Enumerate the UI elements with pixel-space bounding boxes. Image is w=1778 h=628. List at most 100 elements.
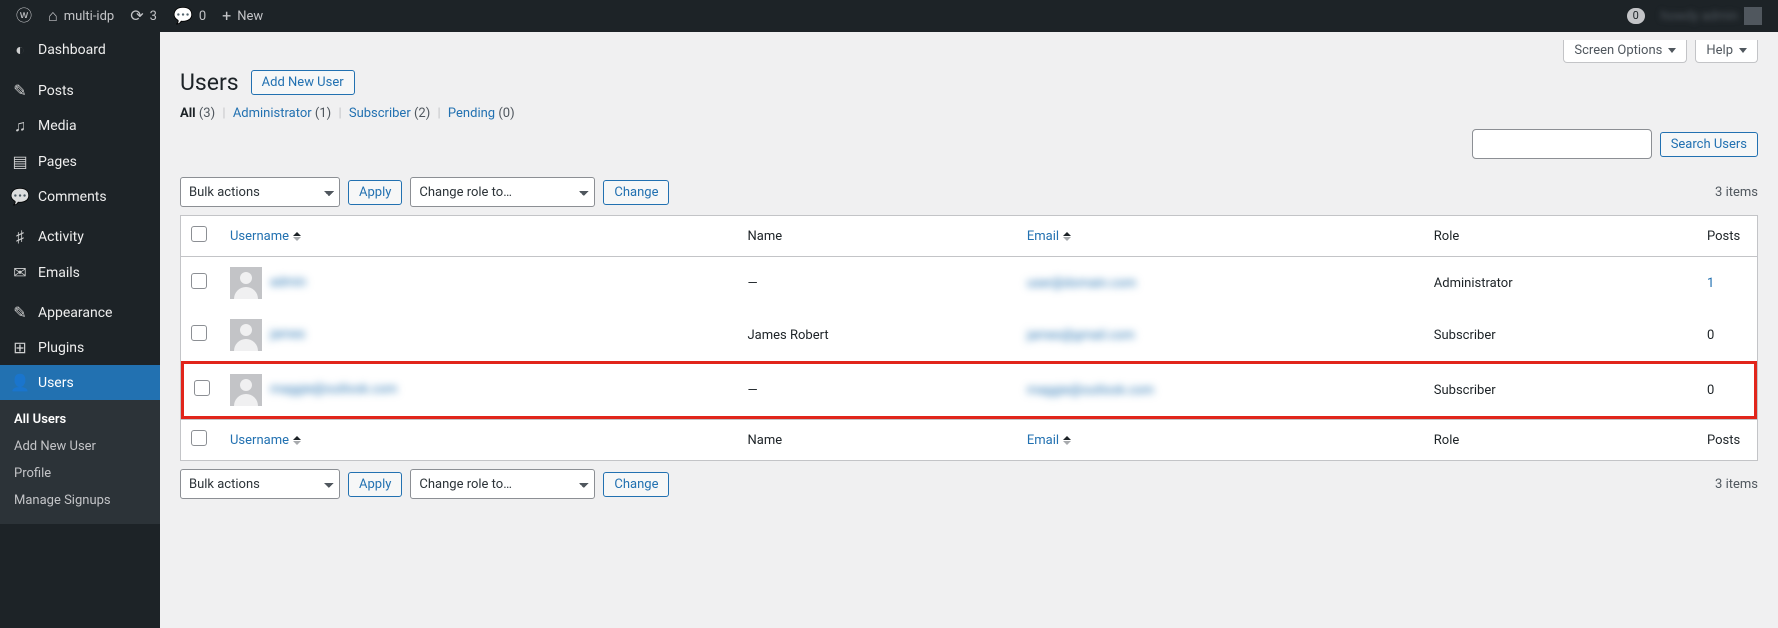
change-role-button[interactable]: Change xyxy=(603,180,669,205)
filter-subscriber-label: Subscriber xyxy=(349,106,411,121)
filter-subscriber[interactable]: Subscriber (2) xyxy=(349,106,430,121)
page-content: Screen Options Help Users Add New User A… xyxy=(160,32,1778,628)
screen-meta-links: Screen Options Help xyxy=(160,32,1778,63)
sidebar-item-label: Media xyxy=(38,118,77,134)
search-row: Search Users xyxy=(160,129,1778,169)
add-new-user-button[interactable]: Add New User xyxy=(251,70,355,95)
sidebar-item-users[interactable]: 👤 Users xyxy=(0,365,160,400)
sidebar-item-label: Plugins xyxy=(38,340,84,356)
sidebar-item-label: Emails xyxy=(38,265,80,281)
cell-role: Subscriber xyxy=(1424,361,1697,419)
sidebar-item-plugins[interactable]: ⊞ Plugins xyxy=(0,330,160,365)
filter-administrator[interactable]: Administrator (1) xyxy=(233,106,331,121)
screen-options-button[interactable]: Screen Options xyxy=(1563,40,1687,63)
table-row: jamesJames Robertjames@gmail.comSubscrib… xyxy=(181,309,1757,361)
filter-all[interactable]: All (3) xyxy=(180,106,215,121)
email-link[interactable]: maggie@outlook.com xyxy=(1027,383,1154,398)
plus-icon: + xyxy=(222,8,231,24)
activity-icon: ♯ xyxy=(10,227,30,247)
change-role-button[interactable]: Change xyxy=(603,472,669,497)
cell-name: James Robert xyxy=(738,309,1017,361)
submenu-add-new-user[interactable]: Add New User xyxy=(0,433,160,460)
user-greeting[interactable]: howdy admin xyxy=(1653,0,1770,32)
sidebar-item-dashboard[interactable]: ◐Dashboard xyxy=(0,32,160,68)
filter-subscriber-count: (2) xyxy=(414,106,430,121)
filter-all-label: All xyxy=(180,106,196,121)
cell-role: Administrator xyxy=(1424,257,1697,309)
plugins-icon: ⊞ xyxy=(10,338,30,357)
col-username-label: Username xyxy=(230,433,289,448)
filter-all-count: (3) xyxy=(199,106,215,121)
submenu-profile[interactable]: Profile xyxy=(0,460,160,487)
help-button[interactable]: Help xyxy=(1695,40,1758,63)
sidebar-item-appearance[interactable]: ✎Appearance xyxy=(0,295,160,330)
items-count-bottom: 3 items xyxy=(1715,477,1758,492)
cell-name: — xyxy=(738,361,1017,419)
bulk-actions-select[interactable]: Bulk actions xyxy=(180,177,340,207)
avatar-icon xyxy=(230,319,262,351)
cell-posts: 0 xyxy=(1707,328,1714,343)
sidebar-item-posts[interactable]: ✎Posts xyxy=(0,73,160,108)
table-row: admin—user@domain.comAdministrator1 xyxy=(181,257,1757,309)
updates[interactable]: ⟳3 xyxy=(122,0,165,32)
posts-link[interactable]: 1 xyxy=(1707,276,1714,291)
select-all-checkbox[interactable] xyxy=(191,226,207,242)
change-role-select[interactable]: Change role to… xyxy=(410,469,595,499)
sidebar-item-label: Users xyxy=(38,375,74,391)
bulk-actions-select[interactable]: Bulk actions xyxy=(180,469,340,499)
sidebar-item-label: Appearance xyxy=(38,305,112,321)
row-checkbox[interactable] xyxy=(191,273,207,289)
comments-bubble[interactable]: 💬0 xyxy=(165,0,214,32)
sidebar-item-label: Dashboard xyxy=(38,42,106,58)
row-checkbox[interactable] xyxy=(191,325,207,341)
col-email[interactable]: Email xyxy=(1017,216,1424,257)
apply-bulk-button[interactable]: Apply xyxy=(348,180,402,205)
sidebar-submenu-users: All Users Add New User Profile Manage Si… xyxy=(0,400,160,524)
row-checkbox[interactable] xyxy=(194,380,210,396)
comment-icon: 💬 xyxy=(173,8,193,24)
email-link[interactable]: james@gmail.com xyxy=(1027,328,1135,343)
sidebar-item-label: Posts xyxy=(38,83,74,99)
media-icon: ♫ xyxy=(10,116,30,136)
sidebar-item-comments[interactable]: 💬Comments xyxy=(0,179,160,214)
sidebar-item-activity[interactable]: ♯Activity xyxy=(0,219,160,255)
sort-icon xyxy=(293,436,301,445)
tablenav-bottom: Bulk actions Apply Change role to… Chang… xyxy=(160,461,1778,507)
submenu-all-users[interactable]: All Users xyxy=(0,406,160,433)
users-icon: 👤 xyxy=(10,373,30,392)
col-username[interactable]: Username xyxy=(220,419,738,460)
avatar-icon xyxy=(1744,7,1762,25)
sort-icon xyxy=(1063,232,1071,241)
submenu-manage-signups[interactable]: Manage Signups xyxy=(0,487,160,514)
apply-bulk-button[interactable]: Apply xyxy=(348,472,402,497)
select-all-checkbox[interactable] xyxy=(191,430,207,446)
sidebar-item-media[interactable]: ♫ Media xyxy=(0,108,160,144)
username-link[interactable]: james xyxy=(270,327,305,342)
new-content[interactable]: +New xyxy=(214,0,271,32)
notifications-count: 0 xyxy=(1627,8,1645,24)
sidebar-item-emails[interactable]: ✉Emails xyxy=(0,255,160,290)
notifications[interactable]: 0 xyxy=(1619,0,1653,32)
col-role: Role xyxy=(1424,419,1697,460)
username-link[interactable]: admin xyxy=(270,275,306,290)
help-label: Help xyxy=(1706,43,1733,58)
comments-count: 0 xyxy=(199,9,206,24)
sidebar-item-pages[interactable]: ▤Pages xyxy=(0,144,160,179)
col-email[interactable]: Email xyxy=(1017,419,1424,460)
change-role-select[interactable]: Change role to… xyxy=(410,177,595,207)
filter-pending[interactable]: Pending (0) xyxy=(448,106,515,121)
site-name-label: multi-idp xyxy=(64,9,115,24)
email-link[interactable]: user@domain.com xyxy=(1027,276,1136,291)
table-row: maggie@outlook.com — maggie@outlook.com Sub… xyxy=(181,361,1757,419)
tablenav-top: Bulk actions Apply Change role to… Chang… xyxy=(160,169,1778,215)
wp-logo[interactable]: ⓦ xyxy=(8,0,40,32)
site-name[interactable]: ⌂multi-idp xyxy=(40,0,122,32)
col-email-label: Email xyxy=(1027,229,1059,244)
admin-bar: ⓦ ⌂multi-idp ⟳3 💬0 +New 0 howdy admin xyxy=(0,0,1778,32)
admin-bar-left: ⓦ ⌂multi-idp ⟳3 💬0 +New xyxy=(8,0,271,32)
sort-icon xyxy=(293,232,301,241)
col-username[interactable]: Username xyxy=(220,216,738,257)
search-users-input[interactable] xyxy=(1472,129,1652,159)
username-link[interactable]: maggie@outlook.com xyxy=(270,382,397,397)
search-users-button[interactable]: Search Users xyxy=(1660,132,1758,157)
